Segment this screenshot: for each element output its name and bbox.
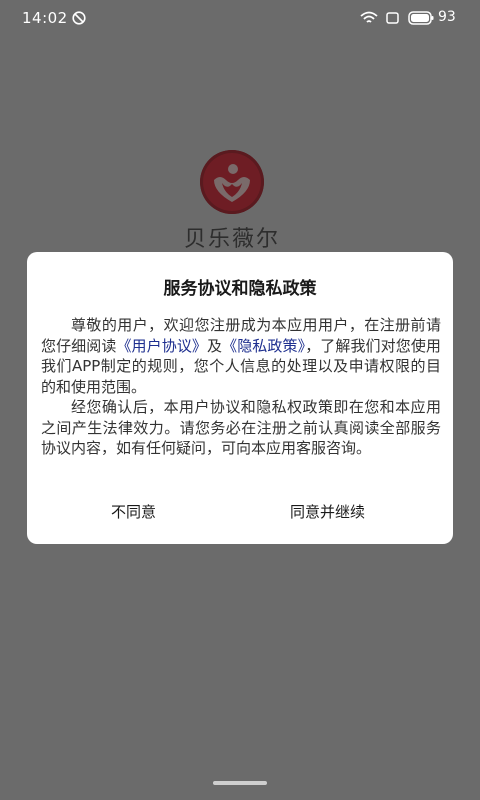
battery-level: 93: [438, 9, 456, 25]
app-name: 贝乐薇尔: [183, 227, 280, 252]
do-not-disturb-icon: [72, 11, 86, 25]
app-logo: [200, 150, 264, 214]
dialog-title: 服务协议和隐私政策: [163, 279, 317, 299]
agree-continue-button[interactable]: 同意并继续: [290, 497, 365, 525]
sim-icon: [386, 12, 399, 24]
agreement-dialog: 服务协议和隐私政策 尊敬的用户，欢迎您注册成为本应用用户，在注册前请您仔细阅读《…: [27, 252, 453, 544]
screen: 14:02 93 贝乐薇尔 服务协议和隐私政策 尊敬的用户，欢迎您注册成为本应用…: [0, 0, 480, 800]
dialog-paragraph-1: 尊敬的用户，欢迎您注册成为本应用用户，在注册前请您仔细阅读《用户协议》及《隐私政…: [41, 315, 441, 397]
dialog-paragraph-2: 经您确认后，本用户协议和隐私权政策即在您和本应用之间产生法律效力。请您务必在注册…: [41, 398, 441, 457]
battery-icon: [408, 11, 434, 25]
home-indicator[interactable]: [213, 781, 267, 785]
status-bar: 14:02 93: [0, 0, 480, 36]
status-time: 14:02: [22, 9, 68, 27]
wifi-icon: [360, 11, 378, 23]
disagree-button[interactable]: 不同意: [111, 497, 156, 525]
dialog-body: 尊敬的用户，欢迎您注册成为本应用用户，在注册前请您仔细阅读《用户协议》及《隐私政…: [41, 315, 441, 459]
user-agreement-link[interactable]: 《用户协议》: [116, 337, 207, 355]
dialog-buttons: 不同意 同意并继续: [27, 497, 453, 527]
heart-logo-icon: [200, 150, 264, 214]
privacy-policy-link[interactable]: 《隐私政策》: [222, 337, 305, 355]
paragraph-1-conjunction: 及: [207, 336, 223, 355]
